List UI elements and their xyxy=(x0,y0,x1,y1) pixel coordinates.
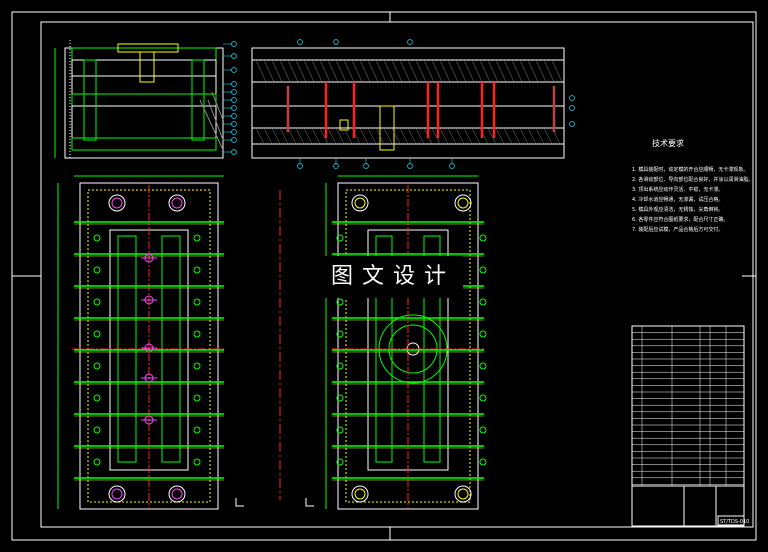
mold-section-outline xyxy=(64,47,224,159)
technical-note-line: 3. 顶出系统应动作灵活、平稳，无卡滞。 xyxy=(632,187,724,193)
plan-view-fixed-half xyxy=(325,175,486,510)
section-view-right xyxy=(251,47,565,159)
mold-side-outline xyxy=(251,47,565,159)
technical-note-line: 6. 各零件应符合图纸要求，配合尺寸正确。 xyxy=(632,217,729,223)
section-view-left xyxy=(54,40,224,159)
technical-note-line: 5. 模具外观应清洁，无锈蚀，尖角倒钝。 xyxy=(632,207,724,213)
plan-view-moving-half xyxy=(57,175,226,510)
drawing-number: ST/TDS-010 xyxy=(720,519,749,525)
technical-note-line: 1. 模具装配时，动定模的开合应顺畅，无卡滞现象。 xyxy=(632,167,749,173)
title-block xyxy=(631,325,745,527)
technical-note-line: 7. 装配后应试模，产品合格后方可交付。 xyxy=(632,227,724,233)
technical-notes-title: 技术要求 xyxy=(652,139,684,148)
watermark: 图文设计 xyxy=(323,256,463,298)
drawing-canvas: ST/TDS-010 技术要求 1. 模具装配时，动定模的开合应顺畅，无卡滞现象… xyxy=(0,0,768,552)
technical-note-line: 2. 各滑动部位、导向部位配合良好，并涂以润滑油脂。 xyxy=(632,177,754,183)
technical-note-line: 4. 冷却水道应畅通，无渗漏，试压合格。 xyxy=(632,197,724,203)
